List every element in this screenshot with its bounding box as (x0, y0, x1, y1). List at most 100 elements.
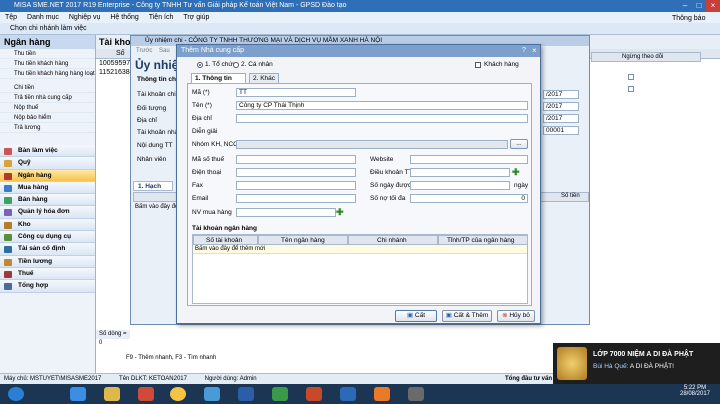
maxdebt-field[interactable]: 0 (410, 194, 528, 203)
code-field[interactable]: TT (236, 88, 356, 97)
app-icon[interactable] (272, 387, 288, 401)
buddha-avatar (557, 347, 587, 380)
close-app-button[interactable]: × (706, 0, 720, 12)
tax-field[interactable] (236, 155, 356, 164)
ie-icon[interactable] (70, 387, 86, 401)
terms-field[interactable] (410, 168, 510, 177)
minimize-button[interactable]: – (678, 0, 692, 12)
employee-field[interactable] (236, 208, 336, 217)
skype-icon[interactable] (204, 387, 220, 401)
menu-file[interactable]: Tệp (5, 14, 17, 21)
cart-icon (4, 184, 12, 192)
menu-utilities[interactable]: Tiện ích (149, 14, 174, 21)
word-icon[interactable] (340, 387, 356, 401)
media-icon[interactable] (138, 387, 154, 401)
row-count: Số dòng = 0 (96, 330, 130, 346)
summary-icon (4, 283, 12, 291)
chat-notification[interactable]: LỚP 7000 NIỆM A DI ĐÀ PHẬT Bùi Hà Quế: A… (553, 343, 720, 384)
menu-system[interactable]: Hệ thống (110, 14, 138, 21)
branch-select[interactable]: Chọn chi nhánh làm việc (10, 25, 87, 32)
misa-icon[interactable] (238, 387, 254, 401)
sidebar-item[interactable]: Thu tiền khách hàng hàng loạt (0, 69, 95, 79)
radio-organization[interactable] (197, 62, 203, 68)
field-label: Đối tượng (137, 105, 167, 112)
module-assets[interactable]: Tài sản cố định (0, 243, 95, 256)
website-field[interactable] (410, 155, 528, 164)
prev-button[interactable]: Trước (136, 48, 152, 54)
add-employee-icon[interactable]: ✚ (336, 208, 346, 217)
firefox-icon[interactable] (374, 387, 390, 401)
folder-icon[interactable] (104, 387, 120, 401)
status-machine: Máy chủ: MSTUYET\MISASME2017 (4, 376, 102, 382)
bank-add-row[interactable]: Bấm vào đây để thêm mới (193, 245, 527, 254)
notification-button[interactable]: Thông báo (672, 15, 705, 22)
radio-individual[interactable] (233, 62, 239, 68)
cancel-button[interactable]: ⊗ Hủy bỏ (497, 310, 535, 322)
address-field[interactable] (236, 114, 528, 123)
module-purchase[interactable]: Mua hàng (0, 181, 95, 195)
module-bank[interactable]: Ngân hàng (0, 169, 95, 182)
col-bank-name: Tên ngân hàng (258, 235, 348, 245)
sales-icon (4, 197, 12, 205)
module-cash[interactable]: Quỹ (0, 157, 95, 170)
module-summary[interactable]: Tổng hợp (0, 280, 95, 293)
tool-icon[interactable] (408, 387, 424, 401)
group-browse-button[interactable]: ... (510, 139, 528, 149)
menu-operations[interactable]: Nghiệp vụ (69, 14, 101, 21)
date-field[interactable]: /2017 (543, 114, 579, 123)
save-and-add-button[interactable]: ▣ Cất & Thêm (442, 310, 492, 322)
date-field[interactable]: /2017 (543, 102, 579, 111)
main-toolbar: Chọn chi nhánh làm việc (0, 23, 720, 35)
inactive-checkbox[interactable] (628, 86, 634, 92)
menu-bar: Tệp Danh mục Nghiệp vụ Hệ thống Tiện ích… (0, 12, 720, 23)
customer-checkbox[interactable] (475, 62, 481, 68)
fax-field[interactable] (236, 181, 356, 190)
tab-general-info[interactable]: 1. Thông tin chung (191, 73, 246, 91)
clock[interactable]: 5:22 PM 28/08/2017 (675, 385, 715, 397)
menu-catalog[interactable]: Danh mục (27, 14, 59, 21)
notification-title: LỚP 7000 NIỆM A DI ĐÀ PHẬT (593, 351, 694, 358)
sidebar-item[interactable]: Trả lương (0, 123, 95, 133)
module-invoice[interactable]: Quản lý hóa đơn (0, 206, 95, 219)
sidebar-item[interactable]: Nộp bảo hiểm (0, 113, 95, 123)
date-field[interactable]: /2017 (543, 90, 579, 99)
group-field[interactable] (236, 140, 508, 149)
module-desk[interactable]: Bàn làm việc (0, 145, 95, 158)
name-field[interactable]: Công ty CP Thái Thịnh (236, 101, 528, 110)
warehouse-icon (4, 221, 12, 229)
add-terms-icon[interactable]: ✚ (512, 168, 522, 177)
dialog-title: Thêm Nhà cung cấp (181, 47, 245, 54)
sidebar-item[interactable]: Nộp thuế (0, 103, 95, 113)
sidebar-title: Ngân hàng (0, 35, 95, 49)
start-icon[interactable] (8, 387, 24, 401)
email-field[interactable] (236, 194, 356, 203)
module-salary[interactable]: Tiền lương (0, 255, 95, 268)
maximize-button[interactable]: □ (692, 0, 706, 12)
close-dialog-icon[interactable]: × (532, 45, 537, 57)
field-label: Nội dung TT (137, 142, 173, 149)
powerpoint-icon[interactable] (306, 387, 322, 401)
assets-icon (4, 246, 12, 254)
sidebar-item[interactable]: Thu tiền (0, 49, 95, 59)
desk-icon (4, 148, 12, 155)
sidebar-item[interactable]: Thu tiền khách hàng (0, 59, 95, 69)
tab-accounting[interactable]: 1. Hạch toán (133, 181, 173, 199)
save-button[interactable]: ▣ Cất (395, 310, 437, 322)
inactive-checkbox[interactable] (628, 74, 634, 80)
sidebar-item[interactable]: Trả tiền nhà cung cấp (0, 93, 95, 103)
sidebar-item[interactable]: Chi tiền (0, 83, 95, 93)
group-label: Nhóm KH, NCC (192, 141, 238, 148)
module-tax[interactable]: Thuế (0, 267, 95, 281)
chrome-icon[interactable] (170, 387, 186, 401)
menu-help[interactable]: Trợ giúp (183, 14, 209, 21)
app-title-bar: MISA SME.NET 2017 R19 Enterprise - Công … (0, 0, 720, 12)
days-field[interactable] (410, 181, 510, 190)
module-stock[interactable]: Kho (0, 218, 95, 232)
tab-other[interactable]: 2. Khác (249, 73, 279, 83)
doc-number-field[interactable]: 00001 (543, 126, 579, 135)
help-icon[interactable]: ? (522, 45, 526, 57)
module-sales[interactable]: Bán hàng (0, 194, 95, 207)
next-button[interactable]: Sau (159, 48, 170, 54)
phone-field[interactable] (236, 168, 356, 177)
module-tools[interactable]: Công cụ dụng cụ (0, 231, 95, 244)
